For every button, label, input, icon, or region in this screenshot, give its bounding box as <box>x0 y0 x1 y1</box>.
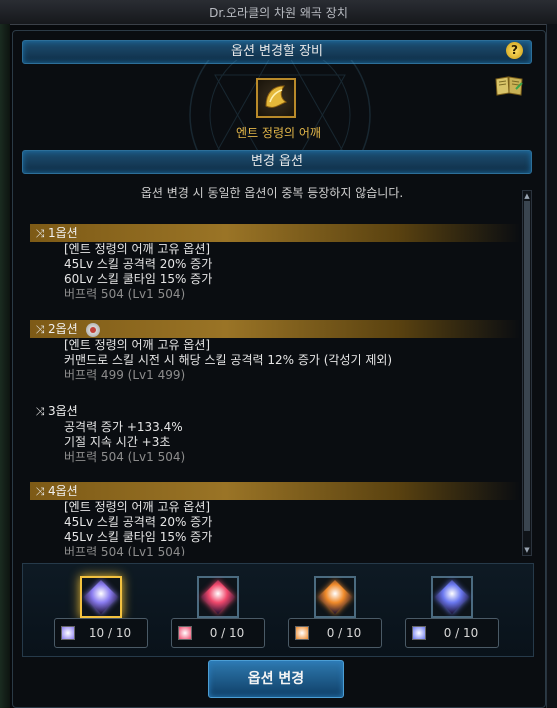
option-line: [엔트 정령의 어깨 고유 옵션] <box>64 242 211 256</box>
option-row-3[interactable]: ⤨ 3옵션 공격력 증가 +133.4% 기절 지속 시간 +3초 버프력 504… <box>30 402 520 465</box>
option-line: 60Lv 스킬 쿨타임 15% 증가 <box>64 272 213 286</box>
option-header-1: ⤨ 1옵션 <box>30 224 520 242</box>
option-row-4[interactable]: ⤨ 4옵션 [엔트 정령의 어깨 고유 옵션] 45Lv 스킬 공격력 20% 증… <box>30 482 520 556</box>
dimension-warp-window: Dr.오라클의 차원 왜곡 장치 옵션 변경할 장비 ? 엔트 정령의 어깨 변… <box>0 0 557 708</box>
lock-badge-icon[interactable] <box>85 322 100 337</box>
options-notice: 옵션 변경 시 동일한 옵션이 중복 등장하지 않습니다. <box>140 186 404 200</box>
gem-icon <box>318 580 352 614</box>
shuffle-icon: ⤨ <box>35 227 45 240</box>
stone-counter-3: 0 / 10 <box>288 618 382 648</box>
equipment-item-name: 엔트 정령의 어깨 <box>236 126 321 140</box>
option-line: 45Lv 스킬 공격력 20% 증가 <box>64 257 213 271</box>
shuffle-icon: ⤨ <box>35 405 45 418</box>
shoulder-armor-icon <box>265 85 288 108</box>
stone-slot-1[interactable] <box>80 576 122 618</box>
title-bar[interactable]: Dr.오라클의 차원 왜곡 장치 <box>0 0 557 25</box>
stone-counter-2: 0 / 10 <box>171 618 265 648</box>
change-option-button[interactable]: 옵션 변경 <box>208 660 344 698</box>
option-row-2[interactable]: ⤨ 2옵션 [엔트 정령의 어깨 고유 옵션] 커맨드로 스킬 시전 시 해당 스… <box>30 320 520 383</box>
option-buff: 버프력 504 (Lv1 504) <box>64 450 186 464</box>
stone-count-3: 0 / 10 <box>326 626 362 640</box>
shuffle-icon: ⤨ <box>35 485 45 498</box>
option-buff: 버프력 504 (Lv1 504) <box>64 545 186 556</box>
option-line: 공격력 증가 +133.4% <box>64 420 183 434</box>
gem-mini-icon <box>295 626 309 640</box>
option-buff: 버프력 499 (Lv1 499) <box>64 368 186 382</box>
option-label-1: 1옵션 <box>48 226 78 240</box>
shuffle-icon: ⤨ <box>35 323 45 336</box>
options-header: 변경 옵션 <box>22 150 532 174</box>
option-row-1[interactable]: ⤨ 1옵션 [엔트 정령의 어깨 고유 옵션] 45Lv 스킬 공격력 20% 증… <box>30 224 520 302</box>
option-header-3: ⤨ 3옵션 <box>30 402 520 420</box>
option-line: [엔트 정령의 어깨 고유 옵션] <box>64 500 211 514</box>
options-list[interactable]: 옵션 변경 시 동일한 옵션이 중복 등장하지 않습니다. ⤨ 1옵션 [엔트 정… <box>22 174 522 556</box>
scroll-down-icon[interactable]: ▼ <box>523 545 531 555</box>
option-header-4: ⤨ 4옵션 <box>30 482 520 500</box>
gem-icon <box>435 580 469 614</box>
stone-counter-4: 0 / 10 <box>405 618 499 648</box>
option-label-4: 4옵션 <box>48 484 78 498</box>
option-line: 기절 지속 시간 +3초 <box>64 435 171 449</box>
stone-slot-3[interactable] <box>314 576 356 618</box>
option-buff: 버프력 504 (Lv1 504) <box>64 287 186 301</box>
equipment-item-icon[interactable] <box>256 78 296 118</box>
help-icon[interactable]: ? <box>506 42 523 59</box>
gem-mini-icon <box>178 626 192 640</box>
book-icon[interactable] <box>494 75 524 97</box>
gem-icon <box>84 580 118 614</box>
option-label-2: 2옵션 <box>48 322 78 336</box>
option-line: 45Lv 스킬 공격력 20% 증가 <box>64 515 213 529</box>
scroll-up-icon[interactable]: ▲ <box>523 191 531 201</box>
stone-count-1: 10 / 10 <box>88 626 132 640</box>
gem-mini-icon <box>61 626 75 640</box>
option-label-3: 3옵션 <box>48 404 78 418</box>
option-line: [엔트 정령의 어깨 고유 옵션] <box>64 338 211 352</box>
stone-slot-4[interactable] <box>431 576 473 618</box>
options-header-title: 변경 옵션 <box>251 154 303 169</box>
equipment-header-title: 옵션 변경할 장비 <box>231 44 323 59</box>
options-scrollbar[interactable]: ▲ ▼ <box>522 190 532 556</box>
option-header-2: ⤨ 2옵션 <box>30 320 520 338</box>
window-title: Dr.오라클의 차원 왜곡 장치 <box>209 6 348 20</box>
scroll-thumb[interactable] <box>524 201 530 531</box>
stone-slot-2[interactable] <box>197 576 239 618</box>
gem-mini-icon <box>412 626 426 640</box>
stone-counter-1: 10 / 10 <box>54 618 148 648</box>
option-line: 45Lv 스킬 쿨타임 15% 증가 <box>64 530 213 544</box>
stone-count-4: 0 / 10 <box>443 626 479 640</box>
option-line: 커맨드로 스킬 시전 시 해당 스킬 공격력 12% 증가 (각성기 제외) <box>64 353 393 367</box>
gem-icon <box>201 580 235 614</box>
stone-count-2: 0 / 10 <box>209 626 245 640</box>
